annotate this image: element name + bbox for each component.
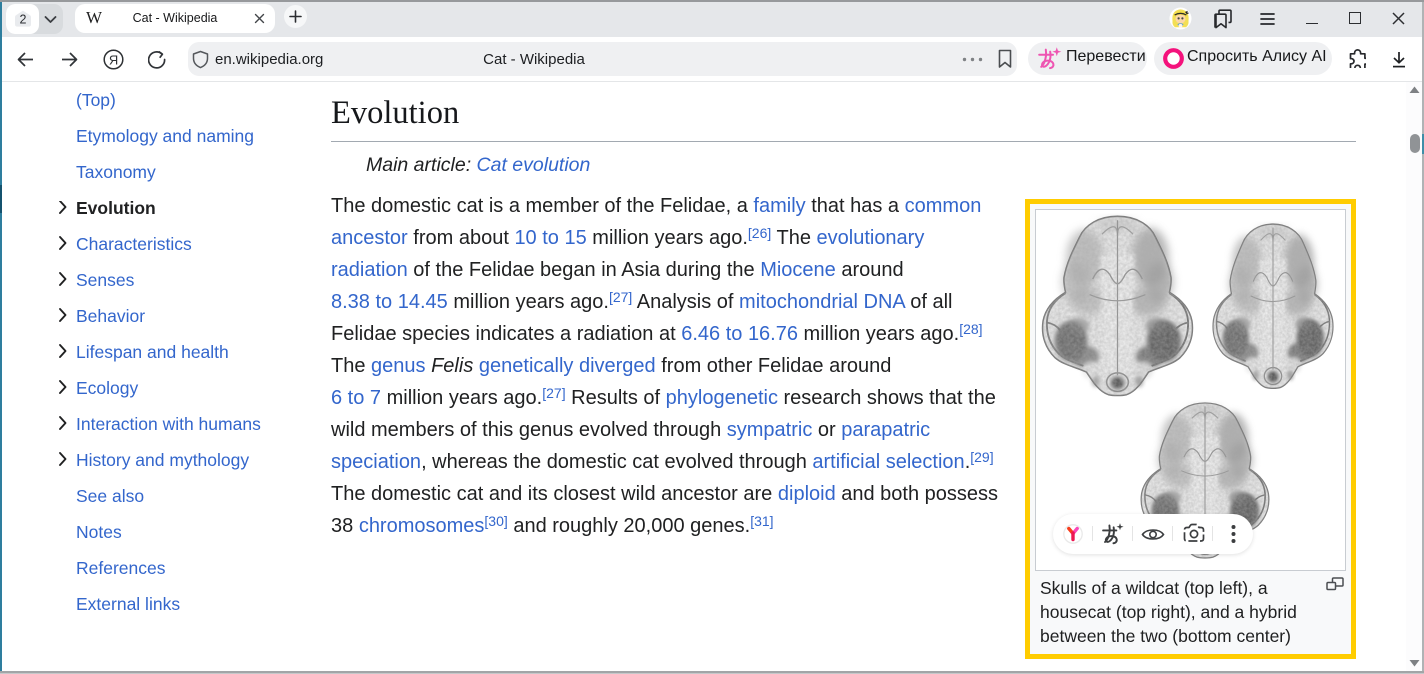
svg-text:2: 2 bbox=[20, 13, 27, 27]
svg-text:Я: Я bbox=[109, 52, 118, 67]
